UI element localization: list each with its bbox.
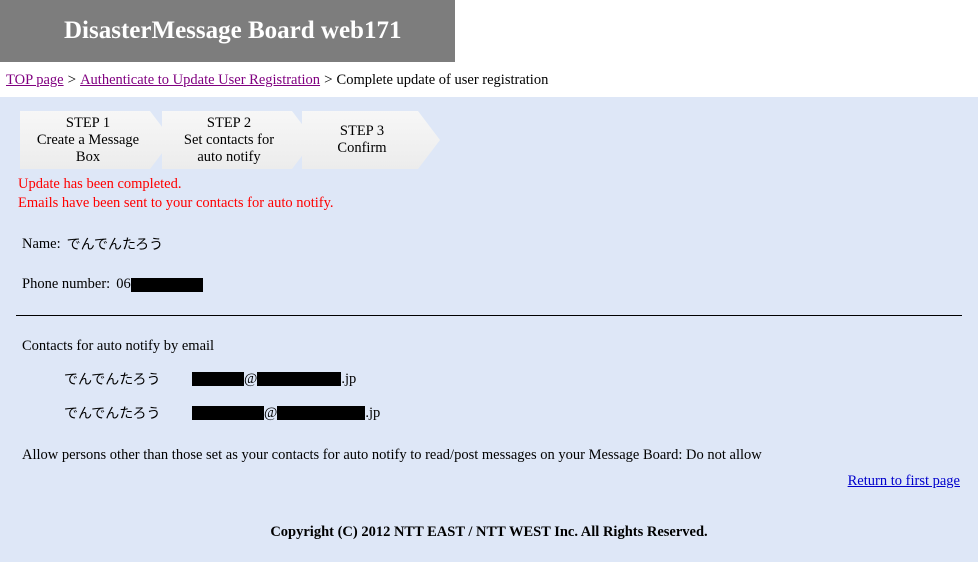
- main-content-panel: STEP 1 Create a Message Box STEP 2 Set c…: [0, 97, 978, 562]
- breadcrumb-link-top-page[interactable]: TOP page: [6, 72, 64, 88]
- contact-name: でんでんたろう: [64, 406, 161, 422]
- email-tld: .jp: [365, 404, 381, 421]
- user-name-value: でんでんたろう: [66, 237, 164, 253]
- status-message-emails-sent: Emails have been sent to your contacts f…: [18, 194, 334, 211]
- step-1-create-message-box: STEP 1 Create a Message Box: [20, 111, 172, 169]
- email-local-redaction-bar: [192, 372, 244, 386]
- step-3-label-line1: Confirm: [337, 140, 387, 156]
- status-message-update-completed: Update has been completed.: [18, 176, 182, 192]
- user-info-block: Name: でんでんたろう Phone number: 06: [22, 234, 978, 293]
- step-2-label-line2: auto notify: [197, 149, 261, 165]
- breadcrumb-current: Complete update of user registration: [336, 72, 549, 88]
- contact-row: でんでんたろう @ .jp: [64, 403, 978, 423]
- user-name-row: Name: でんでんたろう: [22, 234, 978, 254]
- footer-copyright: Copyright (C) 2012 NTT EAST / NTT WEST I…: [270, 524, 708, 540]
- step-3-number: STEP 3: [339, 123, 385, 139]
- email-at-symbol: @: [264, 404, 278, 421]
- user-phone-prefix: 06: [116, 276, 131, 292]
- user-phone-label: Phone number:: [22, 276, 111, 292]
- email-local-redaction-bar: [192, 406, 264, 420]
- user-name-label: Name:: [22, 235, 61, 252]
- step-3-confirm: STEP 3 Confirm: [302, 111, 440, 169]
- breadcrumb-link-authenticate[interactable]: Authenticate to Update User Registration: [80, 72, 320, 88]
- section-divider: [16, 315, 962, 316]
- step-1-number: STEP 1: [65, 115, 111, 131]
- contact-email: @ .jp: [192, 371, 356, 388]
- step-1-label-line2: Box: [75, 149, 101, 165]
- site-header: DisasterMessage Board web171: [0, 0, 455, 62]
- email-domain-redaction-bar: [257, 372, 342, 386]
- step-2-label-line1: Set contacts for: [183, 132, 275, 148]
- step-indicator: STEP 1 Create a Message Box STEP 2 Set c…: [20, 111, 978, 173]
- contacts-section-title: Contacts for auto notify by email: [22, 338, 215, 354]
- phone-redaction-bar: [130, 277, 203, 292]
- step-1-label-line1: Create a Message: [36, 132, 140, 148]
- page-title: DisasterMessage Board web171: [64, 17, 402, 44]
- return-link-container: Return to first page: [0, 472, 978, 490]
- email-domain-redaction-bar: [277, 406, 366, 420]
- step-2-set-contacts: STEP 2 Set contacts for auto notify: [162, 111, 314, 169]
- contact-name: でんでんたろう: [64, 372, 161, 388]
- contact-email: @ .jp: [192, 405, 380, 422]
- email-tld: .jp: [341, 370, 357, 387]
- breadcrumb-separator-2: >: [324, 72, 333, 88]
- contact-row: でんでんたろう @ .jp: [64, 369, 978, 389]
- user-phone-row: Phone number: 06: [22, 276, 978, 293]
- permission-setting-text: Allow persons other than those set as yo…: [22, 447, 762, 463]
- return-to-first-page-link[interactable]: Return to first page: [848, 473, 960, 489]
- breadcrumb: TOP page > Authenticate to Update User Reg…: [0, 62, 978, 98]
- breadcrumb-separator: >: [67, 72, 77, 88]
- email-at-symbol: @: [244, 370, 258, 387]
- step-2-number: STEP 2: [206, 115, 252, 131]
- status-messages: Update has been completed. Emails have b…: [18, 175, 978, 212]
